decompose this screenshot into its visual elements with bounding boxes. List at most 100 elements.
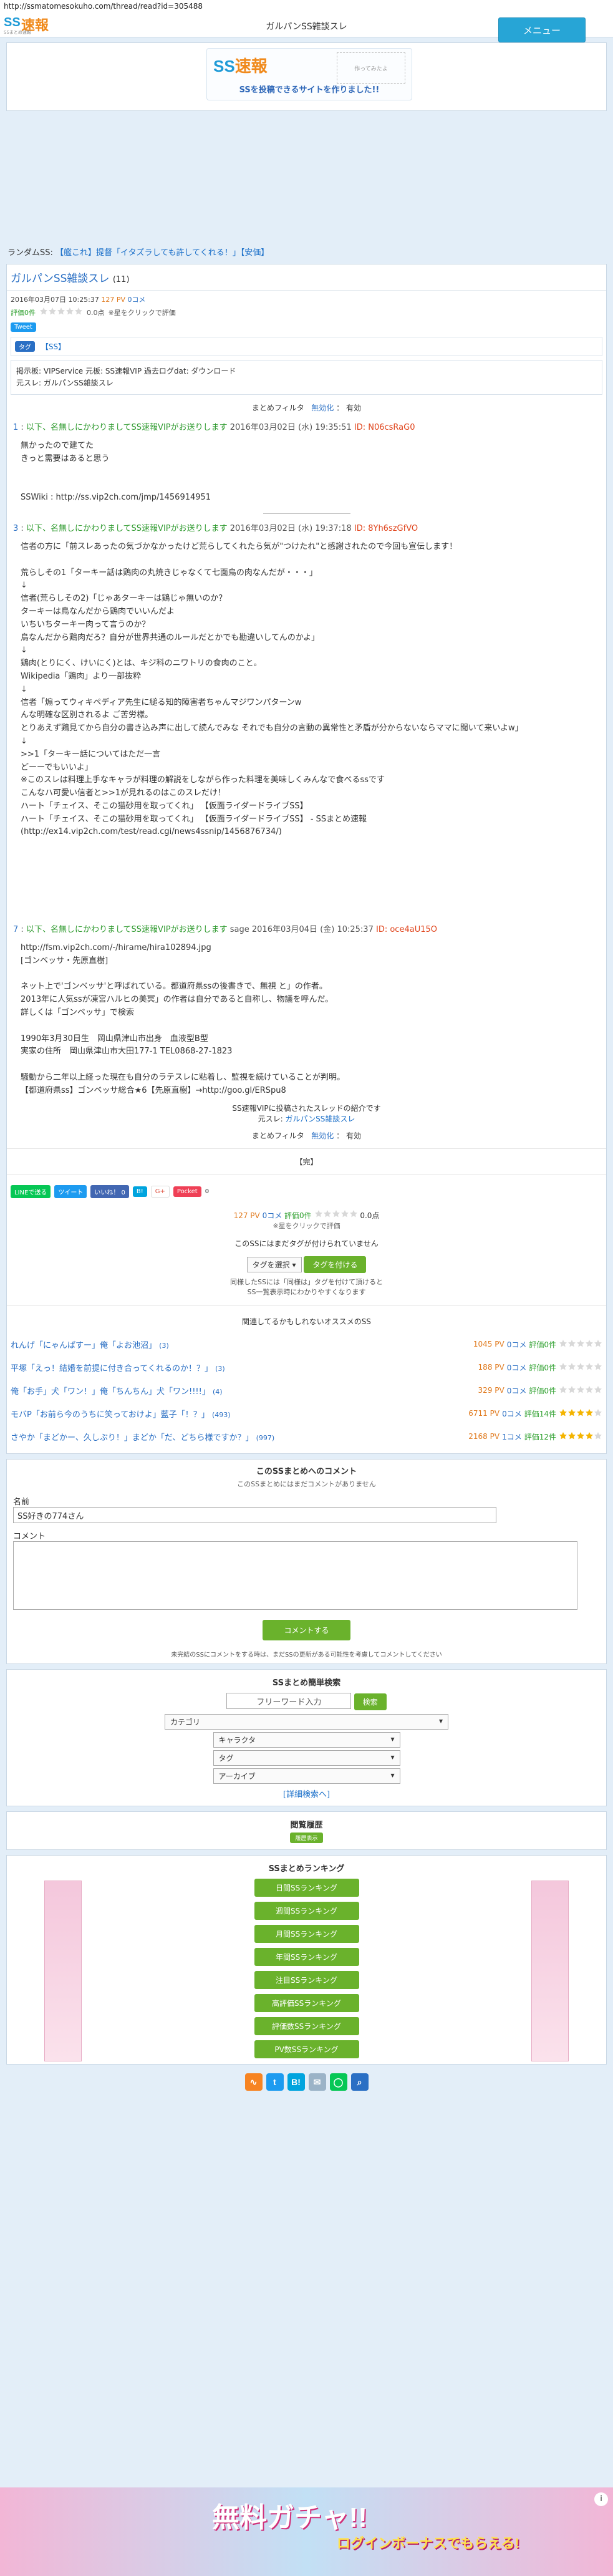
source-thread-link[interactable]: ガルパンSS雑談スレ xyxy=(286,1115,355,1123)
archive-select[interactable]: アーカイブ ▾ xyxy=(213,1768,400,1784)
ad-info-icon[interactable]: i xyxy=(594,2492,608,2506)
star-empty-icon[interactable] xyxy=(576,1385,585,1394)
star-filled-icon[interactable] xyxy=(576,1408,585,1417)
rating-stars[interactable] xyxy=(39,307,83,317)
star-empty-icon[interactable] xyxy=(594,1431,602,1440)
star-filled-icon[interactable] xyxy=(576,1431,585,1440)
star-filled-icon[interactable] xyxy=(567,1431,576,1440)
submit-comment-button[interactable]: コメントする xyxy=(263,1619,350,1640)
rss-icon[interactable]: ∿ xyxy=(244,2073,263,2091)
side-ad-right[interactable] xyxy=(531,1880,569,2061)
star-filled-icon[interactable] xyxy=(585,1431,594,1440)
tag-select[interactable]: タグを選択 ▾ xyxy=(246,1256,302,1272)
name-field[interactable]: SS好きの774さん xyxy=(13,1506,496,1523)
tweet-share-button[interactable]: ツイート xyxy=(54,1184,87,1198)
star-filled-icon[interactable] xyxy=(567,1408,576,1417)
promo-banner-inner[interactable]: SS速報 作ってみたよ SSを投稿できるサイトを作りました!! xyxy=(206,48,412,100)
banner-cta[interactable]: SSを投稿できるサイトを作りました!! xyxy=(207,83,412,95)
post-number[interactable]: 3 xyxy=(13,524,18,533)
search-button[interactable]: 検索 xyxy=(354,1693,387,1710)
star-empty-icon[interactable] xyxy=(39,307,48,316)
comment-textarea[interactable] xyxy=(13,1541,577,1610)
history-button[interactable]: 履歴表示 xyxy=(290,1832,323,1843)
star-empty-icon[interactable] xyxy=(65,307,74,316)
ranking-button[interactable]: 注目SSランキング xyxy=(254,1970,359,1989)
star-empty-icon[interactable] xyxy=(567,1385,576,1394)
category-select[interactable]: カテゴリ ▾ xyxy=(165,1713,448,1730)
star-empty-icon[interactable] xyxy=(323,1209,332,1218)
detail-search-link[interactable]: [詳細検索へ] xyxy=(283,1790,330,1799)
star-empty-icon[interactable] xyxy=(576,1339,585,1348)
menu-button[interactable]: メニュー xyxy=(498,17,586,42)
filter-disable-link[interactable]: 無効化 xyxy=(311,404,334,412)
recommend-item-title[interactable]: モバP「お前ら今のうちに笑っておけよ」藍子「！？」 xyxy=(11,1410,210,1420)
ranking-button[interactable]: 評価数SSランキング xyxy=(254,2017,359,2035)
ranking-button[interactable]: 年間SSランキング xyxy=(254,1947,359,1966)
star-empty-icon[interactable] xyxy=(567,1339,576,1348)
rating-comments[interactable]: 0コメ xyxy=(263,1211,282,1220)
promo-banner[interactable]: SS速報 作ってみたよ SSを投稿できるサイトを作りました!! xyxy=(6,42,607,111)
ranking-button[interactable]: 週間SSランキング xyxy=(254,1901,359,1920)
star-empty-icon[interactable] xyxy=(559,1385,567,1394)
hatena-button[interactable]: B! xyxy=(132,1186,147,1197)
filter-disable-link[interactable]: 無効化 xyxy=(311,1131,334,1140)
star-empty-icon[interactable] xyxy=(349,1209,358,1218)
bottom-ad-banner[interactable]: 無料ガチャ!! ログインボーナスでもらえる! i xyxy=(0,2487,613,2576)
article-comments[interactable]: 0コメ xyxy=(128,296,146,304)
star-filled-icon[interactable] xyxy=(559,1408,567,1417)
recommend-item-title[interactable]: 平塚「えっ！結婚を前提に付き合ってくれるのか！？」 xyxy=(11,1364,213,1373)
side-ad-left[interactable] xyxy=(44,1880,82,2061)
star-empty-icon[interactable] xyxy=(74,307,83,316)
recommend-item-title[interactable]: れんげ「にゃんぱすー」俺「よお池沼」 xyxy=(11,1341,157,1350)
character-select[interactable]: キャラクタ ▾ xyxy=(213,1731,400,1748)
recommend-item-title[interactable]: 俺「お手」犬「ワン！」俺「ちんちん」犬「ワン!!!!」 xyxy=(11,1387,210,1397)
star-empty-icon[interactable] xyxy=(585,1385,594,1394)
star-filled-icon[interactable] xyxy=(559,1431,567,1440)
rating-stars[interactable] xyxy=(314,1209,358,1220)
ranking-button[interactable]: 月間SSランキング xyxy=(254,1924,359,1943)
url-bar[interactable]: http://ssmatomesokuho.com/thread/read?id… xyxy=(0,0,613,12)
ranking-button[interactable]: 日間SSランキング xyxy=(254,1878,359,1897)
star-empty-icon[interactable] xyxy=(576,1362,585,1371)
star-empty-icon[interactable] xyxy=(332,1209,340,1218)
tag-link[interactable]: 【SS】 xyxy=(41,342,65,351)
star-empty-icon[interactable] xyxy=(594,1339,602,1348)
recommend-item-count: (3) xyxy=(159,1341,169,1350)
star-empty-icon[interactable] xyxy=(585,1362,594,1371)
line-share-button[interactable]: LINEで送る xyxy=(11,1184,51,1198)
star-empty-icon[interactable] xyxy=(567,1362,576,1371)
random-ss: ランダムSS: 【艦これ】提督「イタズラしても許してくれる！」【安価】 xyxy=(6,242,607,261)
star-filled-icon[interactable] xyxy=(585,1408,594,1417)
recommend-item-title[interactable]: さやか「まどかー、久しぶり！」まどか「だ、どちら様ですか？」 xyxy=(11,1433,253,1443)
ranking-button[interactable]: PV数SSランキング xyxy=(254,2040,359,2058)
star-empty-icon[interactable] xyxy=(48,307,57,316)
pocket-button[interactable]: Pocket xyxy=(173,1186,201,1197)
star-empty-icon[interactable] xyxy=(594,1362,602,1371)
random-ss-link[interactable]: 【艦これ】提督「イタズラしても許してくれる！」【安価】 xyxy=(56,248,269,258)
tweet-button[interactable]: Tweet xyxy=(11,322,36,332)
post-id: ID: 8Yh6szGfVO xyxy=(354,524,418,534)
google-plus-button[interactable]: G+ xyxy=(150,1185,170,1198)
hatena-icon[interactable]: B! xyxy=(287,2073,305,2091)
star-empty-icon[interactable] xyxy=(57,307,65,316)
star-empty-icon[interactable] xyxy=(559,1362,567,1371)
site-logo[interactable]: SS 速報 SSまとめ速報 xyxy=(4,14,64,36)
mail-icon[interactable]: ✉ xyxy=(308,2073,326,2091)
article-title-text[interactable]: ガルパンSS雑談スレ xyxy=(11,273,109,285)
star-empty-icon[interactable] xyxy=(559,1339,567,1348)
star-empty-icon[interactable] xyxy=(585,1339,594,1348)
twitter-icon[interactable]: t xyxy=(266,2073,284,2091)
star-empty-icon[interactable] xyxy=(340,1209,349,1218)
add-tag-button[interactable]: タグを付ける xyxy=(304,1256,367,1273)
search-input[interactable]: フリーワード入力 xyxy=(226,1692,352,1709)
ranking-button[interactable]: 高評価SSランキング xyxy=(254,1993,359,2012)
post-number[interactable]: 1 xyxy=(13,423,18,432)
facebook-like-button[interactable]: いいね！ 0 xyxy=(90,1184,129,1198)
post-number[interactable]: 7 xyxy=(13,925,18,934)
star-empty-icon[interactable] xyxy=(594,1408,602,1417)
line-icon[interactable]: ◯ xyxy=(329,2073,347,2091)
tag-filter-select[interactable]: タグ ▾ xyxy=(213,1750,400,1766)
star-empty-icon[interactable] xyxy=(314,1209,323,1218)
search-icon[interactable]: ⌕ xyxy=(350,2073,369,2091)
star-empty-icon[interactable] xyxy=(594,1385,602,1394)
